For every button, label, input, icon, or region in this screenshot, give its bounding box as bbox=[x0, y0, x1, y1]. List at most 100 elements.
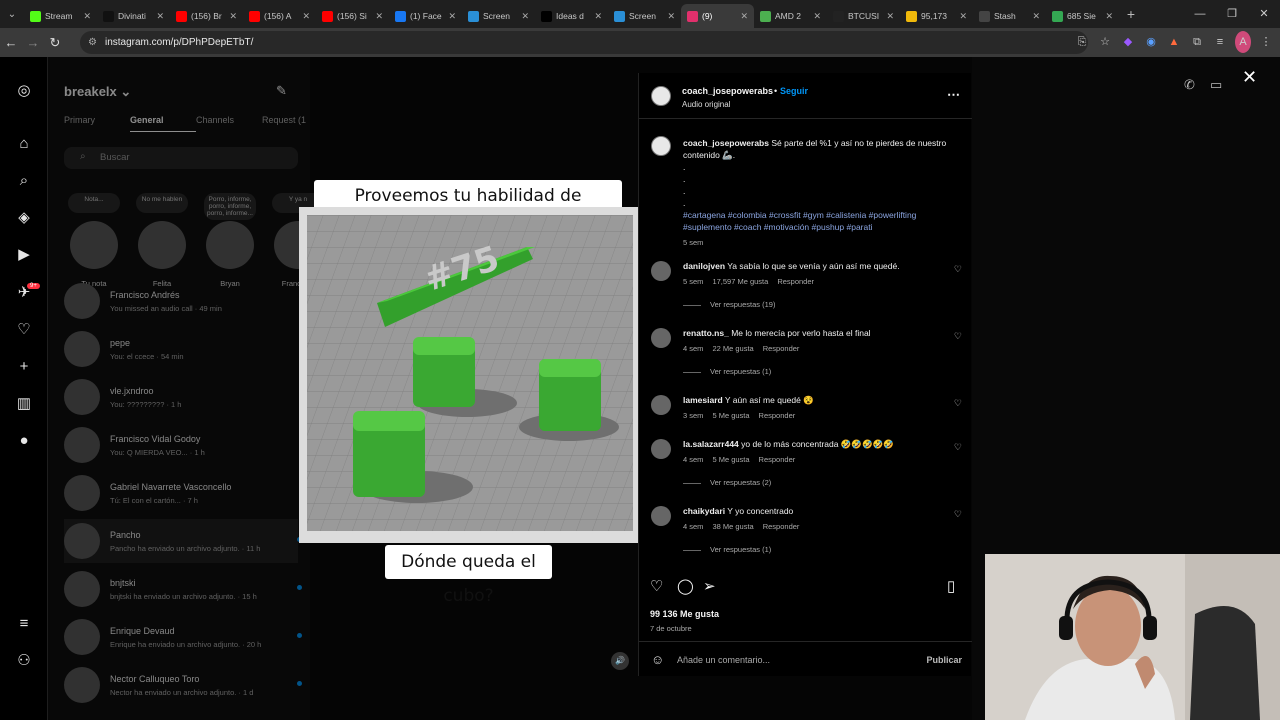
chat-item[interactable]: Nector Calluqueo Toro Nector ha enviado u… bbox=[64, 663, 302, 707]
commenter-avatar[interactable] bbox=[651, 261, 671, 281]
reply-button[interactable]: Responder bbox=[763, 344, 800, 353]
reels-icon[interactable]: ▶ bbox=[14, 245, 34, 265]
browser-tab[interactable]: Ideas d ✕ bbox=[535, 4, 608, 28]
likes-count[interactable]: 99 136 Me gusta bbox=[650, 609, 719, 619]
search-icon[interactable]: ⌕ bbox=[14, 171, 34, 191]
maximize-button[interactable]: ❐ bbox=[1216, 0, 1248, 28]
video-frame[interactable]: #75 bbox=[299, 207, 638, 543]
tab-close-icon[interactable]: ✕ bbox=[375, 11, 383, 22]
tab-close-icon[interactable]: ✕ bbox=[959, 11, 967, 22]
like-heart-icon[interactable]: ♡ bbox=[650, 577, 663, 595]
mute-toggle-icon[interactable]: 🔊 bbox=[611, 652, 629, 670]
browser-tab[interactable]: (156) Br ✕ bbox=[170, 4, 243, 28]
view-replies-button[interactable]: Ver respuestas (1) bbox=[683, 367, 771, 376]
create-plus-icon[interactable]: + bbox=[14, 357, 34, 377]
chat-item[interactable]: bnjtski bnjtski ha enviado un archivo adj… bbox=[64, 567, 302, 611]
forward-button[interactable]: → bbox=[22, 35, 44, 50]
chat-item[interactable]: Francisco Vidal Godoy You: Q MIERDA VEO..… bbox=[64, 423, 298, 467]
chat-item[interactable]: Francisco Andrés You missed an audio call… bbox=[64, 279, 298, 323]
browser-tab[interactable]: (9) ✕ bbox=[681, 4, 754, 28]
commenter-username[interactable]: danilojven bbox=[683, 261, 725, 271]
more-menu-icon[interactable]: ≡ bbox=[14, 614, 34, 634]
comment-likes[interactable]: 38 Me gusta bbox=[712, 522, 753, 531]
extension-icon[interactable]: ▲ bbox=[1166, 31, 1182, 53]
comment-likes[interactable]: 22 Me gusta bbox=[712, 344, 753, 353]
emoji-icon[interactable]: ☺ bbox=[651, 652, 664, 667]
instagram-logo-icon[interactable]: ◎ bbox=[14, 81, 34, 101]
browser-tab[interactable]: (1) Face ✕ bbox=[389, 4, 462, 28]
caption-username[interactable]: coach_josepowerabs bbox=[683, 138, 769, 148]
tab-close-icon[interactable]: ✕ bbox=[156, 11, 164, 22]
video-call-icon[interactable]: ▭ bbox=[1210, 77, 1222, 93]
bookmark-star-icon[interactable]: ☆ bbox=[1097, 31, 1113, 53]
chat-item[interactable]: Pancho Pancho ha enviado un archivo adjun… bbox=[64, 519, 302, 563]
comment-likes[interactable]: 17,597 Me gusta bbox=[712, 277, 768, 286]
minimize-button[interactable]: — bbox=[1184, 0, 1216, 28]
install-app-icon[interactable]: ⎘ bbox=[1074, 31, 1090, 53]
follow-button[interactable]: Seguir bbox=[780, 86, 808, 96]
view-replies-button[interactable]: Ver respuestas (2) bbox=[683, 478, 771, 487]
note-item[interactable]: Porro, informe, porro, informe, porro, i… bbox=[200, 193, 260, 291]
author-avatar[interactable] bbox=[651, 86, 671, 106]
commenter-avatar[interactable] bbox=[651, 395, 671, 415]
author-username[interactable]: coach_josepowerabs bbox=[682, 86, 773, 96]
back-button[interactable]: ← bbox=[0, 35, 22, 50]
tab-close-icon[interactable]: ✕ bbox=[594, 11, 602, 22]
comment-like-heart-icon[interactable]: ♡ bbox=[954, 509, 962, 520]
comment-like-heart-icon[interactable]: ♡ bbox=[954, 331, 962, 342]
tab-close-icon[interactable]: ✕ bbox=[1105, 11, 1113, 22]
commenter-avatar[interactable] bbox=[651, 328, 671, 348]
caption-hashtags[interactable]: #cartagena #colombia #crossfit #gym #cal… bbox=[683, 209, 965, 233]
tab-close-icon[interactable]: ✕ bbox=[667, 11, 675, 22]
compose-icon[interactable]: ✎ bbox=[276, 83, 287, 99]
comment-like-heart-icon[interactable]: ♡ bbox=[954, 264, 962, 275]
close-modal-button[interactable]: ✕ bbox=[1242, 67, 1257, 88]
chat-item[interactable]: Gabriel Navarrete Vasconcello Tú: El con … bbox=[64, 471, 298, 515]
caption-author-avatar[interactable] bbox=[651, 136, 671, 156]
extensions-puzzle-icon[interactable]: ⧉ bbox=[1189, 31, 1205, 53]
commenter-username[interactable]: renatto.ns_ bbox=[683, 328, 729, 338]
notifications-heart-icon[interactable]: ♡ bbox=[14, 320, 34, 340]
tab-close-icon[interactable]: ✕ bbox=[740, 11, 748, 22]
address-bar[interactable]: ⚙ instagram.com/p/DPhPDepETbT/ bbox=[80, 31, 1088, 54]
chat-item[interactable]: pepe You: el ccece · 54 min bbox=[64, 327, 298, 371]
home-icon[interactable]: ⌂ bbox=[14, 134, 34, 154]
chat-item[interactable]: Enrique Devaud Enrique ha enviado un arch… bbox=[64, 615, 302, 659]
browser-tab[interactable]: Stream ✕ bbox=[24, 4, 97, 28]
new-tab-button[interactable]: + bbox=[1119, 6, 1143, 22]
reload-button[interactable]: ↻ bbox=[44, 35, 66, 51]
comment-icon[interactable]: ◯ bbox=[677, 577, 694, 595]
browser-tab[interactable]: AMD 2 ✕ bbox=[754, 4, 827, 28]
extension-icon[interactable]: ◉ bbox=[1143, 31, 1159, 53]
browser-tab[interactable]: Divinati ✕ bbox=[97, 4, 170, 28]
dm-search-input[interactable]: ⌕ Buscar bbox=[64, 147, 298, 169]
close-window-button[interactable]: ✕ bbox=[1248, 0, 1280, 28]
browser-tab[interactable]: (156) Si ✕ bbox=[316, 4, 389, 28]
tab-close-icon[interactable]: ✕ bbox=[83, 11, 91, 22]
tab-close-icon[interactable]: ✕ bbox=[521, 11, 529, 22]
comment-likes[interactable]: 5 Me gusta bbox=[712, 411, 749, 420]
reply-button[interactable]: Responder bbox=[759, 455, 796, 464]
tab-close-icon[interactable]: ✕ bbox=[886, 11, 894, 22]
comment-like-heart-icon[interactable]: ♡ bbox=[954, 442, 962, 453]
extension-icon[interactable]: ◆ bbox=[1120, 31, 1136, 53]
browser-tab[interactable]: Screen ✕ bbox=[608, 4, 681, 28]
tab-close-icon[interactable]: ✕ bbox=[1032, 11, 1040, 22]
dm-tab-channels[interactable]: Channels bbox=[196, 115, 262, 132]
site-info-icon[interactable]: ⚙ bbox=[88, 37, 97, 48]
tab-close-icon[interactable]: ✕ bbox=[302, 11, 310, 22]
browser-tab[interactable]: (156) A ✕ bbox=[243, 4, 316, 28]
save-bookmark-icon[interactable]: ▯ bbox=[947, 577, 955, 595]
audio-label[interactable]: Audio original bbox=[682, 100, 730, 109]
phone-icon[interactable]: ✆ bbox=[1184, 77, 1195, 93]
tab-close-icon[interactable]: ✕ bbox=[229, 11, 237, 22]
chat-item[interactable]: vle.jxndroo You: ????????? · 1 h bbox=[64, 375, 298, 419]
dm-tab-primary[interactable]: Primary bbox=[64, 115, 130, 132]
note-item[interactable]: Nota... Tu nota bbox=[64, 193, 124, 291]
dm-tab-general[interactable]: General bbox=[130, 115, 196, 132]
commenter-username[interactable]: chaikydari bbox=[683, 506, 725, 516]
reply-button[interactable]: Responder bbox=[777, 277, 814, 286]
dashboard-icon[interactable]: ▥ bbox=[14, 394, 34, 414]
tab-close-icon[interactable]: ✕ bbox=[448, 11, 456, 22]
view-replies-button[interactable]: Ver respuestas (19) bbox=[683, 300, 775, 309]
